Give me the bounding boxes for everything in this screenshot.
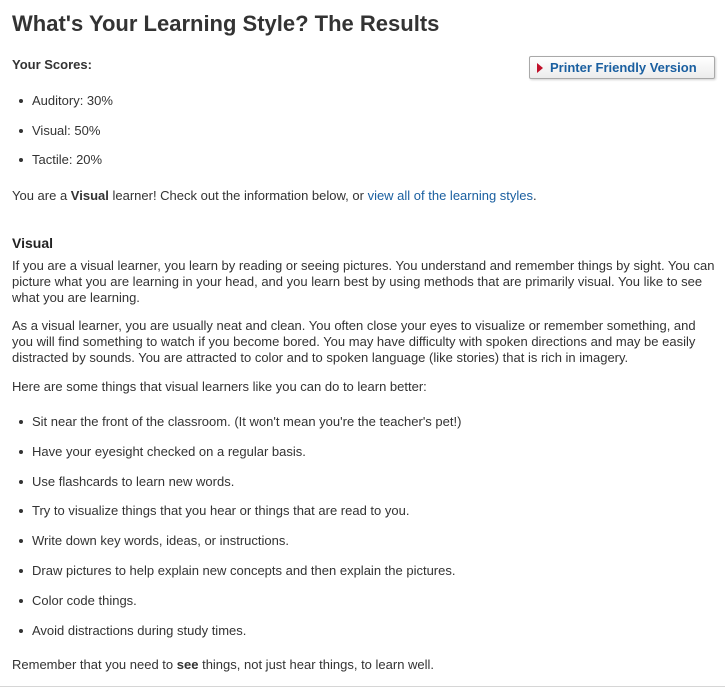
tip-item: Color code things.: [18, 593, 461, 623]
score-tactile: Tactile: 20%: [18, 152, 113, 182]
result-style: Visual: [70, 188, 109, 203]
printer-friendly-label: Printer Friendly Version: [550, 60, 697, 75]
printer-friendly-button[interactable]: Printer Friendly Version: [529, 56, 715, 79]
tip-item: Try to visualize things that you hear or…: [18, 503, 461, 533]
bottom-divider: [0, 686, 725, 687]
score-auditory: Auditory: 30%: [18, 93, 113, 123]
play-arrow-icon: [537, 62, 543, 73]
all-learning-styles-link[interactable]: view all of the learning styles: [368, 188, 533, 203]
page-title: What's Your Learning Style? The Results: [12, 11, 440, 36]
result-prefix: You are a: [12, 188, 71, 203]
closing-emphasis: see: [176, 657, 199, 672]
result-suffix: .: [533, 188, 537, 203]
tip-item: Avoid distractions during study times.: [18, 623, 461, 653]
score-visual: Visual: 50%: [18, 123, 113, 153]
tip-item: Sit near the front of the classroom. (It…: [18, 414, 461, 444]
scores-label: Your Scores:: [12, 57, 92, 72]
tip-item: Use flashcards to learn new words.: [18, 474, 461, 504]
tip-item: Write down key words, ideas, or instruct…: [18, 533, 461, 563]
tip-item: Draw pictures to help explain new concep…: [18, 563, 461, 593]
result-summary: You are a Visual learner! Check out the …: [12, 188, 718, 204]
result-middle: learner! Check out the information below…: [108, 188, 368, 203]
description-paragraph-2: As a visual learner, you are usually nea…: [12, 318, 696, 365]
closing-prefix: Remember that you need to: [12, 657, 177, 672]
results-page: What's Your Learning Style? The Results …: [0, 0, 725, 695]
scores-list: Auditory: 30% Visual: 50% Tactile: 20%: [18, 93, 113, 182]
tip-item: Have your eyesight checked on a regular …: [18, 444, 461, 474]
section-heading: Visual: [12, 235, 53, 251]
tips-list: Sit near the front of the classroom. (It…: [18, 414, 461, 652]
closing-suffix: things, not just hear things, to learn w…: [198, 657, 435, 672]
description-paragraph-1: If you are a visual learner, you learn b…: [12, 258, 715, 305]
closing-note: Remember that you need to see things, no…: [12, 657, 718, 673]
tips-intro: Here are some things that visual learner…: [12, 379, 427, 394]
